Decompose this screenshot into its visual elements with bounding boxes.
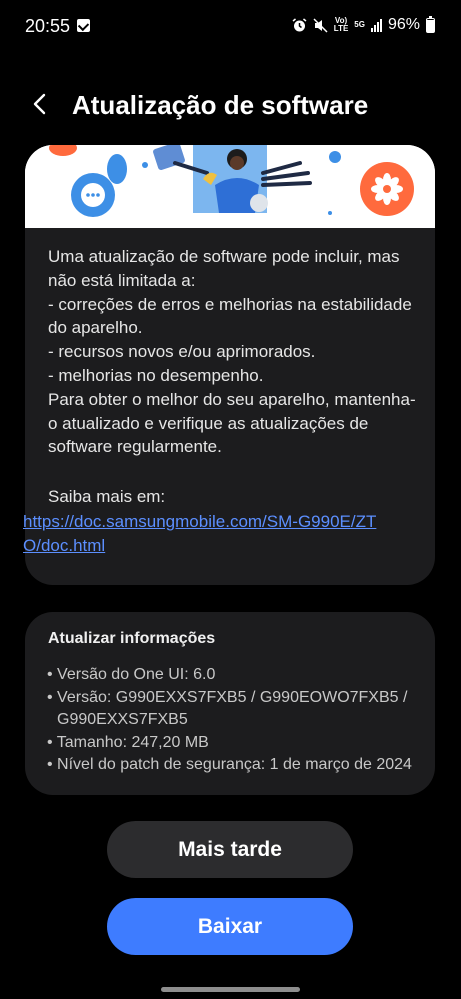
network-label: 5G (354, 20, 365, 29)
chevron-left-icon[interactable] (30, 92, 52, 116)
learn-more-label: Saiba mais em: (48, 487, 166, 506)
volte-icon: Vo) LTE (334, 17, 349, 33)
notification-check-icon (77, 19, 90, 32)
info-item-oneui-version: • Versão do One UI: 6.0 (47, 666, 216, 683)
download-button[interactable]: Baixar (107, 898, 353, 955)
lte-label: LTE (333, 24, 349, 33)
app-header: Atualização de software (0, 80, 461, 130)
battery-icon (426, 15, 435, 33)
signal-icon (370, 18, 382, 32)
status-time: 20:55 (25, 16, 71, 36)
home-indicator[interactable] (161, 987, 300, 992)
status-icons: Vo) LTE 5G 96% (292, 15, 435, 34)
battery-percent: 96% (387, 16, 420, 33)
later-button[interactable]: Mais tarde (107, 821, 353, 878)
update-description-text: Uma atualização de software pode incluir… (48, 247, 416, 457)
info-item-size: • Tamanho: 247,20 MB (47, 733, 209, 751)
update-illustration (25, 145, 435, 228)
mute-icon (313, 17, 328, 33)
info-item-security-patch: • Nível do patch de segurança: 1 de març… (47, 756, 412, 773)
status-bar: 20:55 Vo) LTE 5G 96% (0, 0, 461, 52)
update-info-card: Atualizar informações • Versão do One UI… (25, 612, 435, 795)
info-item-build-version: • Versão: G990EXXS7FXB5 / G990EOWO7FXB5 … (47, 688, 408, 729)
alarm-icon (292, 17, 307, 31)
update-info-list: • Versão do One UI: 6.0 • Versão: G990EX… (47, 664, 427, 777)
page-title: Atualização de software (72, 90, 369, 120)
network-icon: 5G (354, 21, 365, 29)
update-info-title: Atualizar informações (48, 630, 216, 647)
release-notes-link[interactable]: https://doc.samsungmobile.com/SM-G990E/Z… (23, 510, 393, 558)
